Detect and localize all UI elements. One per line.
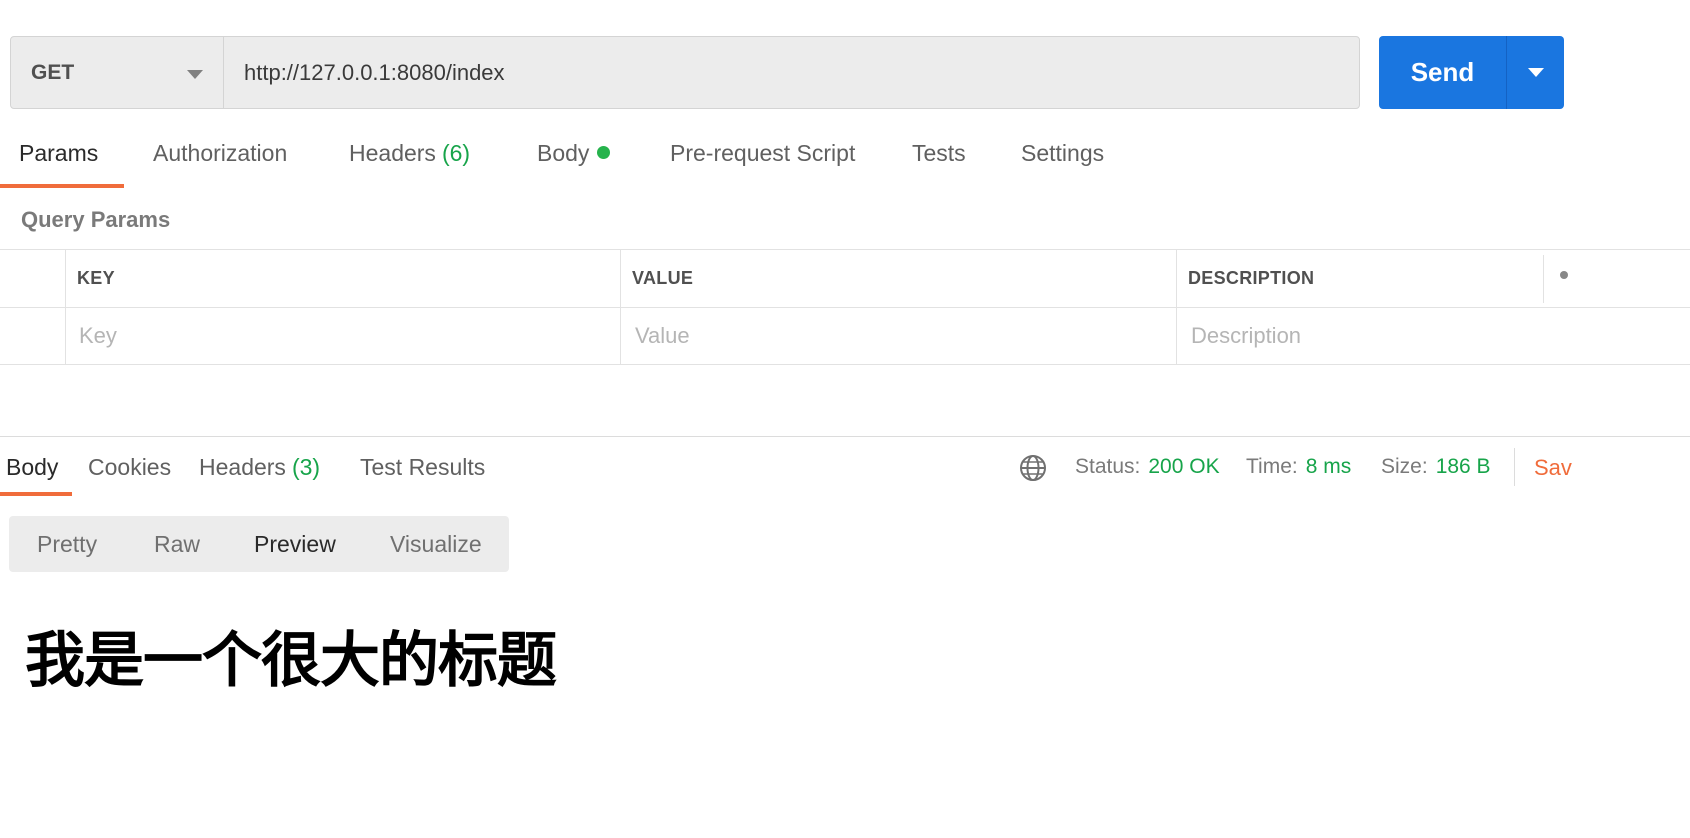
response-tab-headers-label: Headers [199,454,286,480]
value-cell [635,308,1165,364]
tab-tests-label: Tests [912,140,966,166]
response-tab-headers[interactable]: Headers (3) [199,454,320,481]
tab-body[interactable]: Body [537,140,611,167]
size-indicator: Size: 186 B [1381,455,1491,479]
send-button-group: Send [1379,36,1564,109]
tab-settings-label: Settings [1021,140,1105,166]
column-resize-handle[interactable] [1543,255,1544,303]
meta-divider [1514,448,1515,486]
tab-settings[interactable]: Settings [1021,140,1104,167]
format-preview[interactable]: Preview [254,531,336,558]
column-divider [620,249,621,365]
time-value[interactable]: 8 ms [1306,455,1352,478]
response-format-toggle: Pretty Raw Preview Visualize [9,516,509,572]
url-input[interactable] [223,36,1360,109]
format-visualize[interactable]: Visualize [390,531,482,558]
key-cell [79,308,609,364]
response-divider[interactable] [0,436,1690,437]
query-params-title: Query Params [21,207,171,232]
size-label: Size: [1381,455,1428,478]
column-header-value: VALUE [632,250,693,307]
description-cell [1191,308,1681,364]
save-response-button[interactable]: Sav [1534,455,1572,481]
column-header-value-label: VALUE [632,268,694,288]
description-input[interactable] [1191,323,1681,349]
body-indicator-dot [597,146,611,159]
active-tab-indicator [0,184,124,188]
headers-count: (6) [441,140,471,166]
format-raw[interactable]: Raw [154,531,200,558]
status-value[interactable]: 200 OK [1148,455,1219,478]
format-pretty[interactable]: Pretty [37,531,97,558]
column-header-description-label: DESCRIPTION [1188,268,1315,288]
column-header-key: KEY [77,250,115,307]
time-label: Time: [1246,455,1298,478]
tab-pre-request-script[interactable]: Pre-request Script [670,140,855,167]
time-indicator: Time: 8 ms [1246,455,1351,479]
preview-heading: 我是一个很大的标题 [25,626,557,696]
method-select[interactable]: GET [10,36,224,109]
size-value[interactable]: 186 B [1436,455,1491,478]
method-label: GET [31,60,75,84]
more-options-icon[interactable] [1560,271,1568,279]
tab-authorization-label: Authorization [153,140,288,166]
column-header-key-label: KEY [77,268,115,288]
key-input[interactable] [79,323,609,349]
column-header-description: DESCRIPTION [1188,250,1314,307]
response-tab-body[interactable]: Body [6,454,58,481]
active-response-tab-indicator [0,492,72,496]
table-header-row: KEY VALUE DESCRIPTION [0,249,1690,307]
status-label: Status: [1075,455,1141,478]
chevron-down-icon [1528,68,1544,77]
response-tab-cookies[interactable]: Cookies [88,454,171,481]
tab-pre-request-script-label: Pre-request Script [670,140,856,166]
tab-body-label: Body [537,140,590,166]
tab-headers[interactable]: Headers (6) [349,140,470,167]
column-divider [65,249,66,365]
response-tab-test-results-label: Test Results [360,454,486,480]
response-tab-cookies-label: Cookies [88,454,172,480]
status-indicator: Status: 200 OK [1075,455,1220,479]
table-row [0,307,1690,365]
column-divider [1176,249,1177,365]
chevron-down-icon [187,70,203,79]
response-tab-test-results[interactable]: Test Results [360,454,485,481]
value-input[interactable] [635,323,1165,349]
tab-tests[interactable]: Tests [912,140,966,167]
response-tab-body-label: Body [6,454,59,480]
response-headers-count: (3) [291,454,321,480]
send-options-button[interactable] [1507,36,1564,109]
tab-params[interactable]: Params [19,140,98,167]
send-button[interactable]: Send [1379,36,1507,109]
globe-icon[interactable] [1019,454,1047,482]
tab-headers-label: Headers [349,140,436,166]
tab-authorization[interactable]: Authorization [153,140,287,167]
tab-params-label: Params [19,140,99,166]
